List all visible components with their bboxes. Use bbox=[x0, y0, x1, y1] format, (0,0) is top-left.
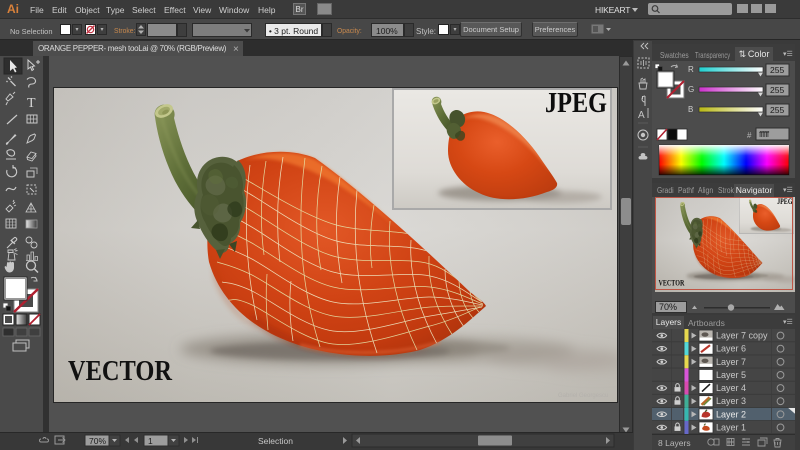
svg-text:ffffff: ffffff bbox=[759, 130, 770, 139]
svg-text:Layer 7 copy: Layer 7 copy bbox=[716, 331, 768, 341]
svg-text:Layer 6: Layer 6 bbox=[716, 344, 746, 354]
svg-text:R: R bbox=[688, 65, 694, 74]
svg-text:70%: 70% bbox=[89, 436, 106, 446]
svg-text:Layer 5: Layer 5 bbox=[716, 370, 746, 380]
svg-text:1: 1 bbox=[148, 436, 153, 446]
svg-text:255: 255 bbox=[770, 85, 784, 95]
svg-text:Layer 2: Layer 2 bbox=[716, 409, 746, 419]
svg-text:G: G bbox=[688, 85, 694, 94]
svg-text:B: B bbox=[688, 105, 693, 114]
svg-text:Selection: Selection bbox=[258, 436, 293, 446]
svg-text:Layer 3: Layer 3 bbox=[716, 396, 746, 406]
svg-text:255: 255 bbox=[770, 65, 784, 75]
svg-text:Layer 1: Layer 1 bbox=[716, 422, 746, 432]
svg-text:Layer 4: Layer 4 bbox=[716, 383, 746, 393]
svg-text:Layer 7: Layer 7 bbox=[716, 357, 746, 367]
svg-text:T: T bbox=[27, 96, 36, 111]
svg-text:255: 255 bbox=[770, 105, 784, 115]
svg-text:A: A bbox=[638, 110, 645, 121]
svg-text:#: # bbox=[747, 131, 752, 140]
